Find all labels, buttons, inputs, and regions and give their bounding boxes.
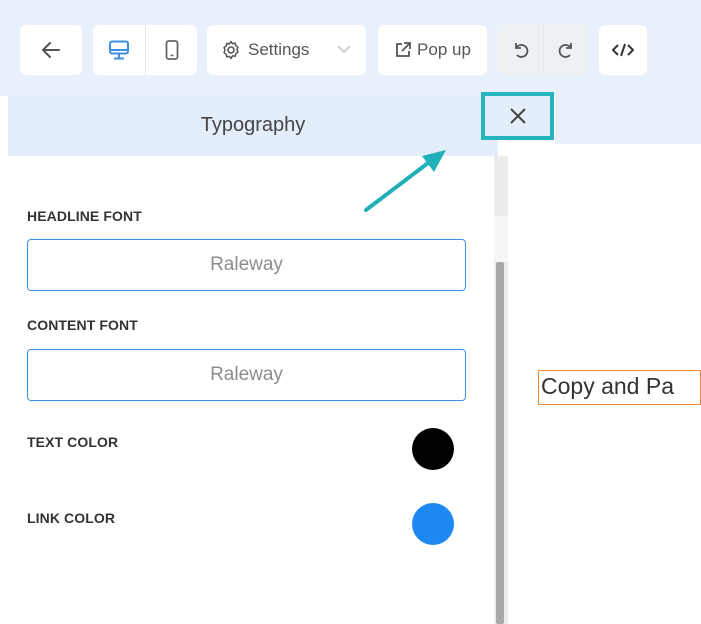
redo-icon <box>558 43 572 58</box>
chevron-down-icon <box>337 45 351 54</box>
undo-icon <box>514 43 528 58</box>
desktop-view-button[interactable] <box>93 25 145 75</box>
settings-dropdown[interactable]: Settings <box>207 25 366 75</box>
redo-button[interactable] <box>543 25 588 75</box>
link-color-swatch[interactable] <box>412 503 454 545</box>
back-arrow-icon <box>42 42 60 58</box>
history-controls <box>498 25 588 75</box>
scrollbar-thumb[interactable] <box>496 262 504 624</box>
undo-button[interactable] <box>498 25 543 75</box>
settings-label: Settings <box>248 40 310 59</box>
close-icon <box>509 108 526 124</box>
headline-font-label: HEADLINE FONT <box>27 208 142 224</box>
device-toggle <box>93 25 197 75</box>
code-view-button[interactable] <box>599 25 647 75</box>
external-link-icon <box>396 42 411 57</box>
annotation-arrow-icon <box>364 150 446 212</box>
content-font-select[interactable]: Raleway <box>27 349 466 401</box>
content-font-label: CONTENT FONT <box>27 317 138 333</box>
mobile-view-button[interactable] <box>145 25 197 75</box>
gear-icon <box>223 40 239 60</box>
preview-top-bar <box>555 96 701 144</box>
back-button[interactable] <box>20 25 82 75</box>
popup-label: Pop up <box>417 40 471 59</box>
desktop-icon <box>109 40 129 60</box>
code-icon <box>612 43 634 57</box>
headline-font-select[interactable]: Raleway <box>27 239 466 291</box>
popup-button[interactable]: Pop up <box>378 25 487 75</box>
scrollbar-up-area[interactable] <box>494 216 508 262</box>
text-color-swatch[interactable] <box>412 428 454 470</box>
text-color-label: TEXT COLOR <box>27 434 119 450</box>
preview-text-block[interactable]: Copy and Pa <box>538 370 701 405</box>
mobile-icon <box>165 40 178 60</box>
editor-toolbar: Settings Pop up <box>0 0 701 96</box>
link-color-label: LINK COLOR <box>27 510 116 526</box>
close-panel-button[interactable] <box>481 92 554 140</box>
